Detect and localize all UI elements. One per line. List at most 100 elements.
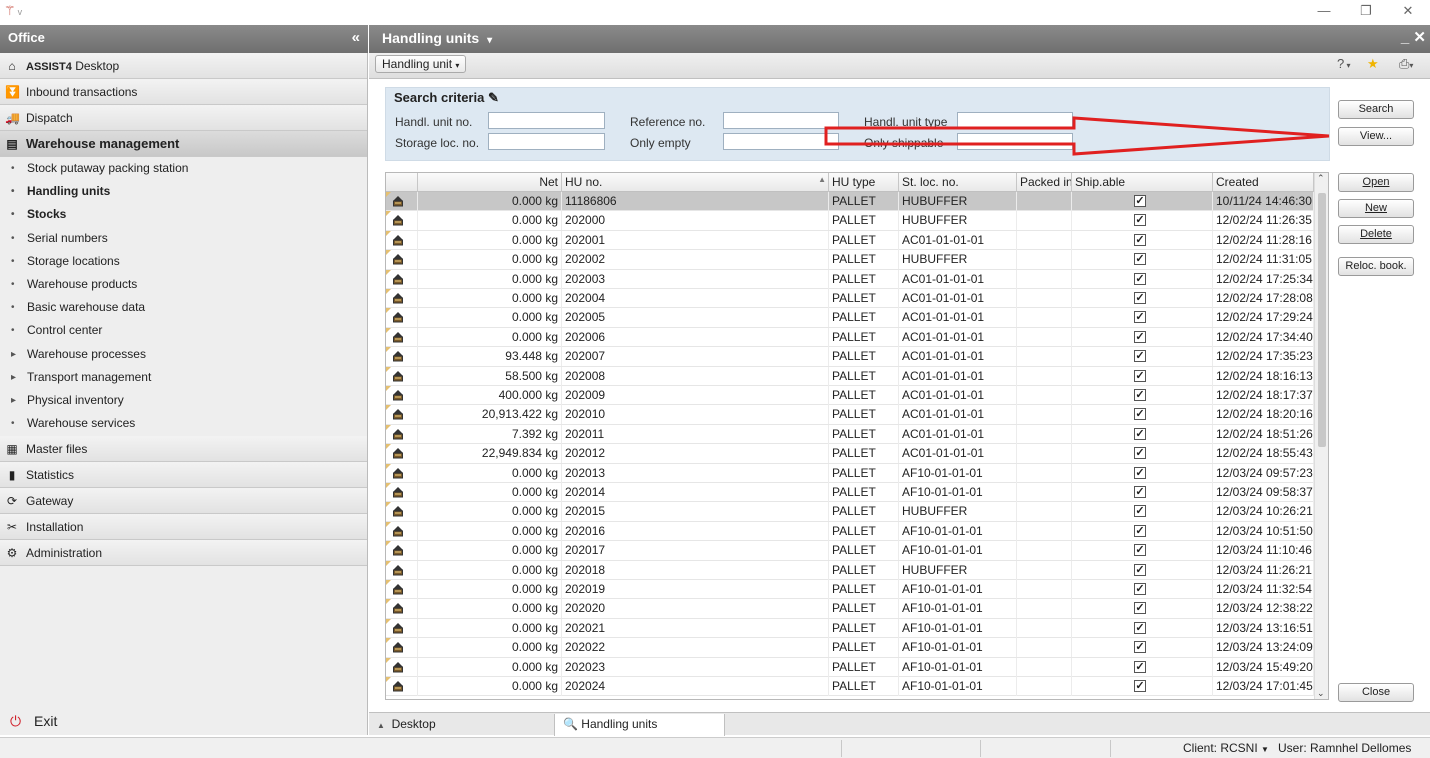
table-row[interactable]: 0.000 kg 202013 PALLET AF10-01-01-01 ✓ 12/03/…	[386, 463, 1314, 483]
table-row[interactable]: 0.000 kg 202017 PALLET AF10-01-01-01 ✓ 12/03/…	[386, 541, 1314, 561]
shippable-checkbox[interactable]: ✓	[1134, 505, 1146, 518]
table-row[interactable]: 7.392 kg 202011 PALLET AC01-01-01-01 ✓ 12/02/…	[386, 424, 1314, 445]
scrollbar-thumb[interactable]	[1318, 193, 1326, 447]
shippable-checkbox[interactable]: ✓	[1134, 389, 1146, 401]
shippable-checkbox[interactable]: ✓	[1134, 292, 1146, 304]
table-row[interactable]: 0.000 kg 202020 PALLET AF10-01-01-01 ✓ 12/03/…	[386, 599, 1314, 619]
shippable-checkbox[interactable]: ✓	[1134, 660, 1146, 673]
delete-button[interactable]: Delete	[1338, 225, 1414, 244]
sidebar-item-statistics[interactable]: ▮ Statistics	[0, 462, 367, 488]
scroll-up-icon[interactable]: ⌃	[1317, 173, 1325, 184]
column-header-shippable[interactable]: Ship.able	[1072, 173, 1213, 192]
sidebar-subitem-warehouse-products[interactable]: • Warehouse products	[0, 273, 367, 296]
edit-pencil-icon[interactable]: ✎	[488, 90, 499, 105]
sidebar-item-installation[interactable]: ✂ Installation	[0, 514, 367, 540]
minimize-button[interactable]: —	[1310, 2, 1338, 20]
table-row[interactable]: 22,949.834 kg 202012 PALLET AC01-01-01-01 ✓ 1…	[386, 444, 1314, 464]
collapse-sidebar-button[interactable]: «	[352, 25, 360, 51]
shippable-checkbox[interactable]: ✓	[1134, 330, 1146, 343]
favorite-star-icon[interactable]: ★	[1367, 56, 1379, 72]
storage-loc-no-select[interactable]	[488, 133, 605, 150]
table-row[interactable]: 0.000 kg 202016 PALLET AF10-01-01-01 ✓ 12/03/…	[386, 521, 1314, 542]
close-button[interactable]: Close	[1338, 683, 1414, 702]
table-row[interactable]: 58.500 kg 202008 PALLET AC01-01-01-01 ✓ 12/02…	[386, 366, 1314, 386]
table-row[interactable]: 93.448 kg 202007 PALLET AC01-01-01-01 ✓ 12/02…	[386, 347, 1314, 367]
shippable-checkbox[interactable]: ✓	[1134, 427, 1146, 440]
shippable-checkbox[interactable]: ✓	[1134, 272, 1146, 285]
sidebar-item-dispatch[interactable]: 🚚 Dispatch	[0, 105, 367, 131]
table-row[interactable]: 0.000 kg 202023 PALLET AF10-01-01-01 ✓ 12/03/…	[386, 657, 1314, 677]
sidebar-item-gateway[interactable]: ⟳ Gateway	[0, 488, 367, 514]
sidebar-item-administration[interactable]: ⚙ Administration	[0, 540, 367, 566]
search-button[interactable]: Search	[1338, 100, 1414, 119]
sidebar-subitem-physical-inventory[interactable]: ▸ Physical inventory	[0, 389, 367, 412]
sidebar-item-inbound-transactions[interactable]: ⏬ Inbound transactions	[0, 79, 367, 105]
print-icon[interactable]: ⎙▾	[1399, 56, 1413, 72]
column-header-st-loc-no[interactable]: St. loc. no.	[899, 173, 1017, 192]
tab-handling-units[interactable]: 🔍 Handling units	[555, 714, 725, 736]
shippable-checkbox[interactable]: ✓	[1134, 311, 1146, 324]
shippable-checkbox[interactable]: ✓	[1134, 369, 1146, 382]
exit-button[interactable]: ⏻ Exit	[0, 708, 367, 735]
column-header-hu-type[interactable]: HU type	[829, 173, 899, 192]
shippable-checkbox[interactable]: ✓	[1134, 447, 1146, 460]
client-selector[interactable]: Client: RCSNI ▼	[1183, 741, 1269, 755]
shippable-checkbox[interactable]: ✓	[1134, 214, 1146, 227]
close-window-button[interactable]: ✕	[1394, 2, 1422, 20]
table-row[interactable]: 0.000 kg 202022 PALLET AF10-01-01-01 ✓ 12/03/…	[386, 638, 1314, 658]
column-header-created[interactable]: Created	[1213, 173, 1314, 192]
shippable-checkbox[interactable]: ✓	[1134, 408, 1146, 421]
shippable-checkbox[interactable]: ✓	[1134, 680, 1146, 692]
sidebar-item-warehouse-management[interactable]: ▤ Warehouse management	[0, 131, 367, 157]
table-row[interactable]: 0.000 kg 202004 PALLET AC01-01-01-01 ✓ 12/02/…	[386, 289, 1314, 309]
shippable-checkbox[interactable]: ✓	[1134, 233, 1146, 246]
sidebar-subitem-stocks[interactable]: • Stocks	[0, 203, 367, 226]
restore-button[interactable]: ❐	[1352, 2, 1380, 20]
sidebar-subitem-warehouse-services[interactable]: • Warehouse services	[0, 412, 367, 435]
open-button[interactable]: Open	[1338, 173, 1414, 192]
handl-unit-no-input[interactable]	[488, 112, 605, 129]
sidebar-item-master-files[interactable]: ▦ Master files	[0, 436, 367, 462]
shippable-checkbox[interactable]: ✓	[1134, 253, 1146, 266]
handling-unit-dropdown[interactable]: Handling unit ▾	[375, 55, 467, 73]
sidebar-subitem-warehouse-processes[interactable]: ▸ Warehouse processes	[0, 343, 367, 366]
sidebar-subitem-basic-warehouse-data[interactable]: • Basic warehouse data	[0, 296, 367, 319]
table-row[interactable]: 0.000 kg 202001 PALLET AC01-01-01-01 ✓ 12/02/…	[386, 230, 1314, 251]
new-button[interactable]: New	[1338, 199, 1414, 218]
shippable-checkbox[interactable]: ✓	[1134, 195, 1146, 207]
table-row[interactable]: 0.000 kg 202021 PALLET AF10-01-01-01 ✓ 12/03/…	[386, 618, 1314, 639]
table-row[interactable]: 0.000 kg 202018 PALLET HUBUFFER ✓ 12/03/24 11…	[386, 560, 1314, 580]
sidebar-item-desktop[interactable]: ⌂ ASSIST4 Desktop	[0, 53, 367, 79]
sidebar-subitem-stock-putaway-packing-station[interactable]: • Stock putaway packing station	[0, 157, 367, 180]
shippable-checkbox[interactable]: ✓	[1134, 544, 1146, 557]
table-row[interactable]: 0.000 kg 202015 PALLET HUBUFFER ✓ 12/03/24 10…	[386, 502, 1314, 522]
sidebar-subitem-storage-locations[interactable]: • Storage locations	[0, 250, 367, 273]
reloc-book-button[interactable]: Reloc. book.	[1338, 257, 1414, 276]
table-row[interactable]: 0.000 kg 202006 PALLET AC01-01-01-01 ✓ 12/02/…	[386, 327, 1314, 348]
shippable-checkbox[interactable]: ✓	[1134, 563, 1146, 576]
shippable-checkbox[interactable]: ✓	[1134, 602, 1146, 615]
sidebar-subitem-control-center[interactable]: • Control center	[0, 319, 367, 342]
window-minimize-close-buttons[interactable]: _ ✕	[1401, 25, 1426, 51]
shippable-checkbox[interactable]: ✓	[1134, 583, 1146, 595]
table-row[interactable]: 0.000 kg 202024 PALLET AF10-01-01-01 ✓ 12/03/…	[386, 677, 1314, 697]
sidebar-subitem-transport-management[interactable]: ▸ Transport management	[0, 366, 367, 389]
sidebar-subitem-serial-numbers[interactable]: • Serial numbers	[0, 227, 367, 250]
shippable-checkbox[interactable]: ✓	[1134, 621, 1146, 634]
table-row[interactable]: 0.000 kg 11186806 PALLET HUBUFFER ✓ 10/11/24 …	[386, 192, 1314, 212]
shippable-checkbox[interactable]: ✓	[1134, 641, 1146, 654]
table-row[interactable]: 0.000 kg 202003 PALLET AC01-01-01-01 ✓ 12/02/…	[386, 269, 1314, 289]
title-menu-chevron-icon[interactable]: ▾	[487, 35, 492, 46]
scroll-down-icon[interactable]: ⌄	[1317, 688, 1325, 699]
shippable-checkbox[interactable]: ✓	[1134, 350, 1146, 363]
shippable-checkbox[interactable]: ✓	[1134, 486, 1146, 498]
shippable-checkbox[interactable]: ✓	[1134, 524, 1146, 537]
shippable-checkbox[interactable]: ✓	[1134, 466, 1146, 479]
view-button[interactable]: View...	[1338, 127, 1414, 146]
table-row[interactable]: 0.000 kg 202002 PALLET HUBUFFER ✓ 12/02/24 11…	[386, 250, 1314, 270]
table-row[interactable]: 0.000 kg 202000 PALLET HUBUFFER ✓ 12/02/24 11…	[386, 211, 1314, 231]
only-empty-select[interactable]	[723, 133, 839, 150]
reference-no-input[interactable]	[723, 112, 839, 129]
table-row[interactable]: 0.000 kg 202005 PALLET AC01-01-01-01 ✓ 12/02/…	[386, 308, 1314, 328]
column-header-net[interactable]: Net	[418, 173, 562, 192]
